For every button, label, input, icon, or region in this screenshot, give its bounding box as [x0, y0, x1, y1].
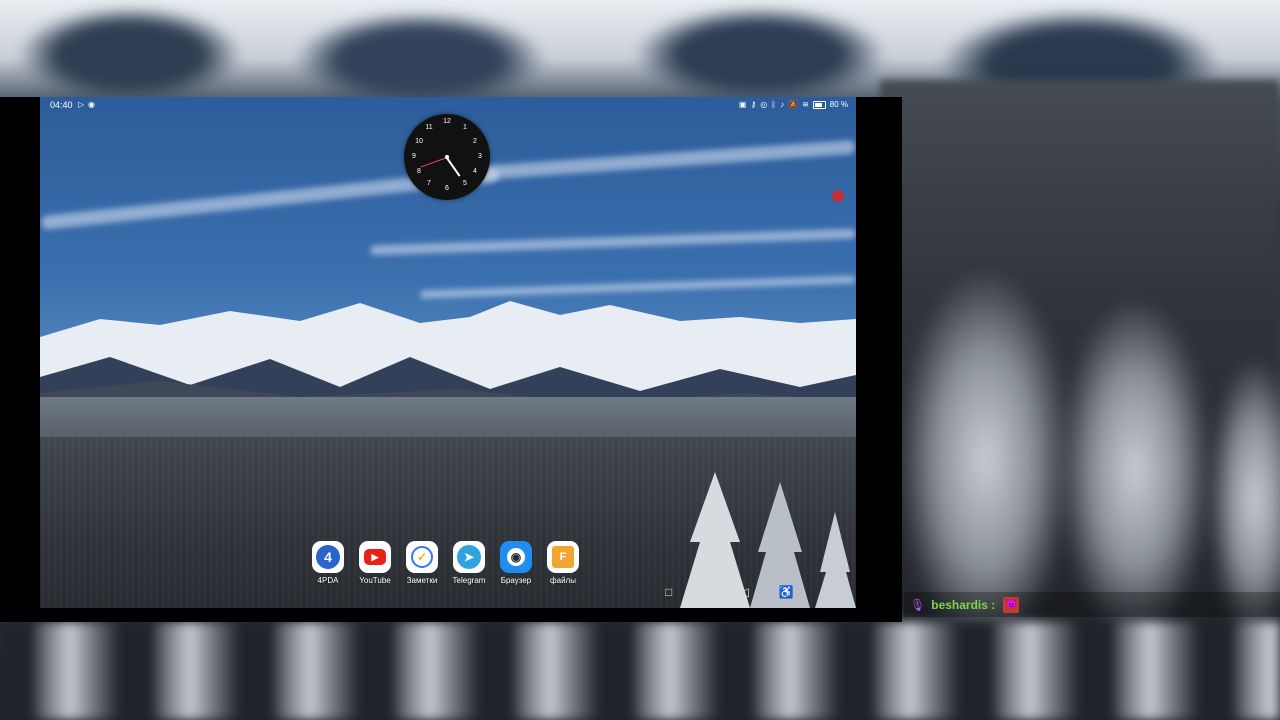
sky-cloud [369, 228, 856, 256]
floating-record-button[interactable] [832, 190, 844, 202]
app-files[interactable]: F файлы [545, 541, 581, 585]
clock-number: 5 [463, 180, 467, 187]
navigation-bar: □ ○ ◁ ♿ [665, 585, 794, 599]
eye-icon: ◎ [760, 100, 768, 109]
clock-number: 11 [425, 124, 433, 131]
clock-center [445, 155, 449, 159]
wifi-icon: ≋ [802, 100, 809, 109]
clock-number: 10 [415, 138, 423, 145]
clock-number: 8 [417, 168, 421, 175]
chat-message: 🎙 beshardis : 😈 [904, 592, 1280, 617]
cast-icon: ▣ [738, 100, 747, 109]
app-browser[interactable]: ◉ Браузер [498, 541, 534, 585]
clock-number: 7 [427, 180, 431, 187]
battery-percent: 80 % [829, 100, 848, 109]
microphone-icon: 🎙 [910, 597, 926, 612]
app-label: Браузер [500, 576, 532, 585]
app-label: YouTube [359, 576, 391, 585]
status-bar: 04:40 ▷ ◉ ▣ ⚷ ◎ ᛒ ♪ 🔕 ≋ 80 % [40, 97, 856, 113]
bluetooth-icon: ᛒ [771, 100, 777, 109]
app-dock: 4 4PDA ▶ YouTube ✓ Заметки ➤ Telegram ◉ … [310, 541, 581, 585]
clock-number: 2 [473, 138, 477, 145]
app-4pda[interactable]: 4 4PDA [310, 541, 346, 585]
status-icons: ▣ ⚷ ◎ ᛒ ♪ 🔕 ≋ 80 % [739, 100, 848, 109]
app-notes[interactable]: ✓ Заметки [404, 541, 440, 585]
mic-icon: ♪ [780, 100, 785, 109]
files-icon: F [547, 541, 579, 573]
play-icon: ▷ [78, 100, 85, 109]
background-trees-bottom [0, 622, 1280, 720]
battery-icon [812, 100, 826, 109]
devil-emote-icon: 😈 [1003, 596, 1020, 613]
recents-icon[interactable]: □ [665, 585, 672, 599]
accessibility-icon[interactable]: ♿ [779, 585, 794, 599]
home-screen[interactable]: 04:40 ▷ ◉ ▣ ⚷ ◎ ᛒ ♪ 🔕 ≋ 80 % 12 1 2 3 4 … [40, 97, 856, 608]
clock-number: 9 [412, 153, 416, 160]
background-tree [1060, 300, 1210, 640]
clock-widget[interactable]: 12 1 2 3 4 5 6 7 8 9 10 11 [404, 114, 490, 200]
app-label: Заметки [406, 576, 438, 585]
key-icon: ⚷ [750, 100, 757, 109]
browser-icon: ◉ [500, 541, 532, 573]
clock-number: 1 [463, 124, 467, 131]
mute-icon: 🔕 [788, 100, 799, 109]
youtube-icon: ▶ [359, 541, 391, 573]
4pda-icon: 4 [312, 541, 344, 573]
chat-username[interactable]: beshardis : [931, 598, 995, 612]
clock-number: 3 [478, 153, 482, 160]
recording-icon: ◉ [88, 100, 95, 109]
app-label: файлы [550, 576, 576, 585]
telegram-icon: ➤ [453, 541, 485, 573]
clock-number: 6 [445, 185, 449, 192]
clock-hour-hand [446, 157, 461, 177]
app-label: Telegram [452, 576, 486, 585]
clock-number: 12 [443, 118, 451, 125]
clock-number: 4 [473, 168, 477, 175]
sky-cloud [419, 275, 856, 299]
phone-screen-frame: 04:40 ▷ ◉ ▣ ⚷ ◎ ᛒ ♪ 🔕 ≋ 80 % 12 1 2 3 4 … [0, 97, 902, 622]
clock-minute-hand [420, 157, 448, 168]
app-telegram[interactable]: ➤ Telegram [451, 541, 487, 585]
app-youtube[interactable]: ▶ YouTube [357, 541, 393, 585]
status-time: 04:40 [50, 100, 73, 110]
back-icon[interactable]: ◁ [740, 585, 749, 599]
app-label: 4PDA [317, 576, 339, 585]
home-icon[interactable]: ○ [702, 585, 709, 599]
notes-icon: ✓ [406, 541, 438, 573]
